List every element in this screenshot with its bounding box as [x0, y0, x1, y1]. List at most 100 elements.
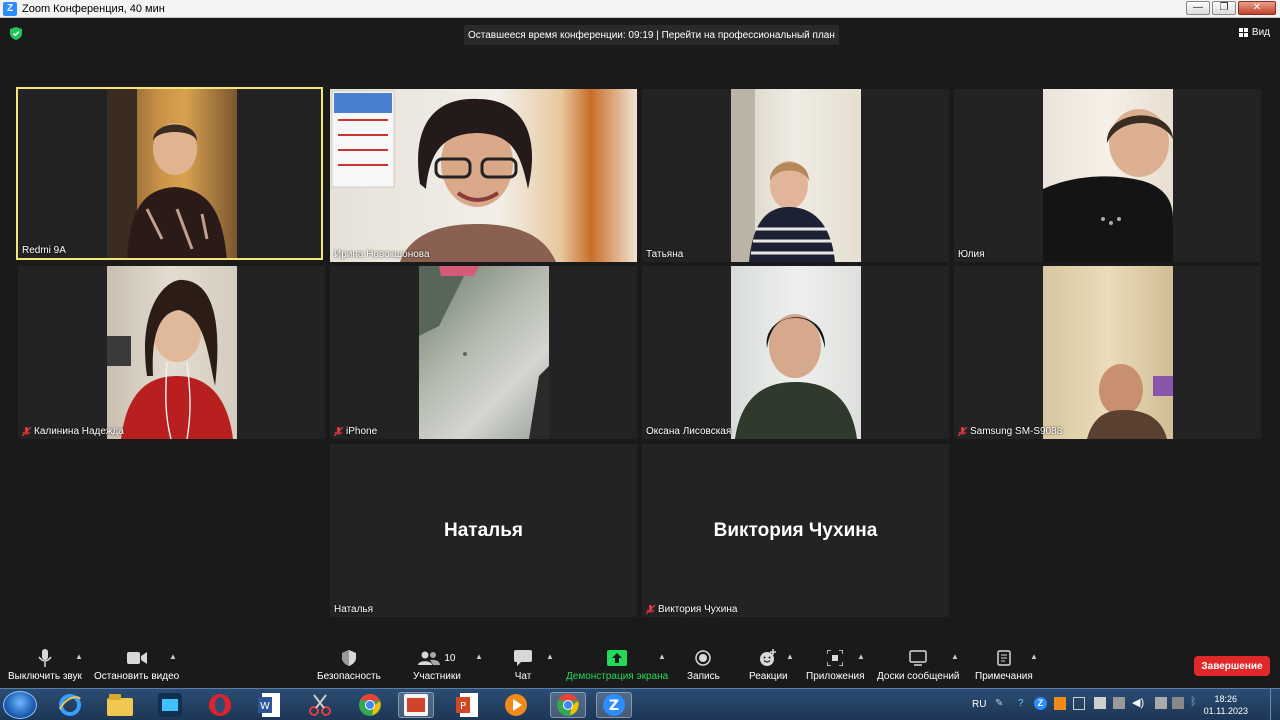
minimize-button[interactable]: —: [1186, 1, 1210, 15]
participant-name-label: Ирина Новокшонова: [334, 249, 430, 260]
presentation-app-icon[interactable]: [398, 692, 434, 718]
scissors-app-icon[interactable]: [302, 692, 338, 718]
participant-name-label: iPhone: [334, 426, 377, 437]
participant-display-name: Виктория Чухина: [713, 520, 878, 541]
mute-button[interactable]: Выключить звук: [8, 648, 82, 682]
end-meeting-button[interactable]: Завершение: [1194, 656, 1270, 676]
record-button[interactable]: Запись: [687, 648, 720, 682]
participant-figure: [731, 89, 835, 262]
zoom-window: Z Zoom Конференция, 40 мин — ❐ ✕ Оставше…: [0, 0, 1280, 720]
view-label: Вид: [1251, 27, 1270, 38]
video-tile-oksana[interactable]: Оксана Лисовская: [642, 266, 949, 439]
participant-figure: [735, 314, 857, 439]
powerpoint-icon[interactable]: P: [450, 692, 486, 718]
muted-mic-icon: [958, 426, 967, 436]
apps-button[interactable]: Приложения: [806, 648, 865, 682]
tray-flag-icon[interactable]: [1172, 697, 1184, 709]
participant-figure: [331, 90, 556, 262]
zoom-app-icon[interactable]: Z: [596, 692, 632, 718]
reactions-options-caret[interactable]: ▲: [786, 652, 794, 661]
window-title: Zoom Конференция, 40 мин: [22, 2, 165, 15]
system-clock[interactable]: 18:26 01.11.2023: [1204, 693, 1248, 717]
notes-icon: [997, 650, 1011, 666]
show-desktop-button[interactable]: [1270, 689, 1280, 720]
chat-options-caret[interactable]: ▲: [546, 652, 554, 661]
apps-icon: [827, 650, 844, 666]
video-tile-irina[interactable]: Ирина Новокшонова: [330, 89, 637, 262]
participant-name-label: Оксана Лисовская: [646, 426, 732, 437]
video-tile-viktoriya[interactable]: Виктория Чухина Виктория Чухина: [642, 444, 949, 617]
share-screen-button[interactable]: Демонстрация экрана: [566, 648, 668, 682]
video-tile-redmi[interactable]: Redmi 9A: [16, 87, 323, 260]
window-controls: — ❐ ✕: [1186, 1, 1276, 15]
clock-time: 18:26: [1214, 694, 1238, 704]
close-button[interactable]: ✕: [1238, 1, 1276, 15]
chat-icon: [514, 650, 532, 666]
title-bar: Z Zoom Конференция, 40 мин — ❐ ✕: [0, 0, 1280, 18]
stop-video-button[interactable]: Остановить видео: [94, 648, 179, 682]
reactions-button[interactable]: Реакции: [749, 648, 788, 682]
video-tile-yulia[interactable]: Юлия: [954, 89, 1261, 262]
whiteboards-options-caret[interactable]: ▲: [951, 652, 959, 661]
camera-icon: [126, 652, 147, 664]
chat-button[interactable]: Чат: [514, 648, 532, 682]
notes-button[interactable]: Примечания: [975, 648, 1033, 682]
participants-button[interactable]: 10 Участники: [413, 648, 461, 682]
participant-name-label: Samsung SM-S9088: [958, 426, 1062, 437]
chrome-active-icon[interactable]: [550, 692, 586, 718]
chrome-icon[interactable]: [352, 692, 388, 718]
video-tile-iphone[interactable]: iPhone: [330, 266, 637, 439]
network-icon[interactable]: [1094, 697, 1106, 709]
participants-icon: [418, 651, 441, 665]
pen-icon[interactable]: ✎: [995, 698, 1003, 709]
participants-options-caret[interactable]: ▲: [475, 652, 483, 661]
start-button[interactable]: [3, 691, 37, 719]
video-tile-natalya[interactable]: Наталья Наталья: [330, 444, 637, 617]
participant-name-label: Наталья: [334, 604, 374, 615]
participant-video: [107, 266, 237, 439]
video-app-icon[interactable]: [152, 692, 188, 718]
tray-window-icon[interactable]: [1073, 697, 1085, 710]
participant-name-label: Юлия: [958, 249, 985, 260]
word-icon[interactable]: W: [252, 692, 288, 718]
video-tile-samsung[interactable]: Samsung SM-S9088: [954, 266, 1261, 439]
video-tile-tatyana[interactable]: Татьяна: [642, 89, 949, 262]
internet-explorer-icon[interactable]: [52, 692, 88, 718]
device-icon[interactable]: [1113, 697, 1125, 709]
participant-name-label: Татьяна: [646, 249, 684, 260]
meeting-timer-banner[interactable]: Оставшееся время конференции: 09:19 | Пе…: [464, 25, 839, 45]
opera-icon[interactable]: [202, 692, 238, 718]
video-tile-kalinina[interactable]: Калинина Надежда: [18, 266, 325, 439]
meeting-timer-text: Оставшееся время конференции: 09:19 | Пе…: [468, 29, 835, 41]
help-icon[interactable]: ?: [1018, 698, 1024, 709]
muted-mic-icon: [334, 426, 343, 436]
volume-icon[interactable]: ◀): [1132, 696, 1144, 709]
media-player-icon[interactable]: [498, 692, 534, 718]
whiteboard-icon: [909, 650, 928, 666]
view-button[interactable]: Вид: [1238, 27, 1270, 38]
tray-app-icon[interactable]: [1054, 697, 1066, 710]
video-options-caret[interactable]: ▲: [169, 652, 177, 661]
ceiling-view: [419, 266, 549, 439]
grid-view-icon: [1238, 28, 1248, 37]
svg-text:Z: Z: [609, 698, 619, 714]
encryption-shield-icon[interactable]: [10, 27, 22, 40]
participant-video: [419, 266, 549, 439]
maximize-button[interactable]: ❐: [1212, 1, 1236, 15]
zoom-logo-icon: Z: [3, 1, 17, 16]
file-explorer-icon[interactable]: [102, 692, 138, 718]
notes-options-caret[interactable]: ▲: [1030, 652, 1038, 661]
participant-video: [1043, 89, 1173, 262]
whiteboards-button[interactable]: Доски сообщений: [877, 648, 960, 682]
share-options-caret[interactable]: ▲: [658, 652, 666, 661]
participant-video: [1043, 266, 1173, 439]
audio-options-caret[interactable]: ▲: [75, 652, 83, 661]
participant-video: [731, 266, 861, 439]
bluetooth-icon[interactable]: ᛒ: [1190, 696, 1197, 708]
security-button[interactable]: Безопасность: [317, 648, 381, 682]
zoom-tray-icon[interactable]: Z: [1034, 697, 1047, 710]
apps-options-caret[interactable]: ▲: [857, 652, 865, 661]
participant-name-label: Redmi 9A: [22, 245, 66, 256]
battery-icon[interactable]: [1155, 697, 1167, 709]
language-indicator[interactable]: RU: [972, 699, 986, 710]
